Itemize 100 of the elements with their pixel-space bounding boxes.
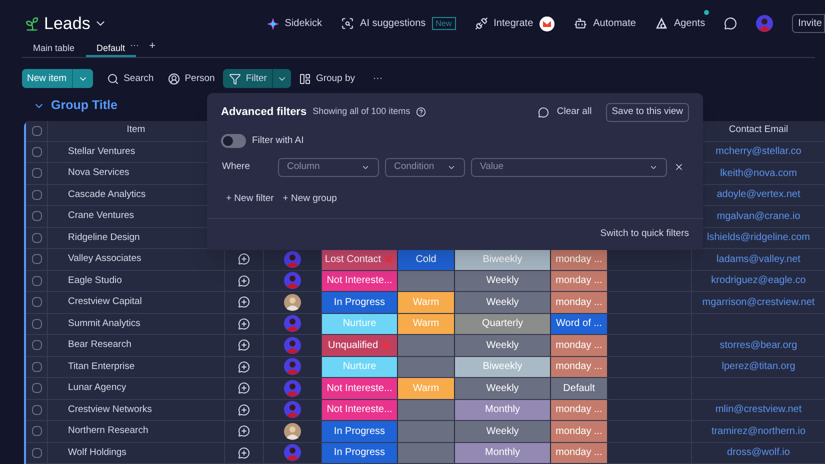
add-update-icon[interactable] xyxy=(238,404,250,416)
source-label[interactable]: monday ... xyxy=(551,442,608,463)
add-update-icon[interactable] xyxy=(238,318,250,330)
add-view-button[interactable]: + xyxy=(149,38,156,57)
invite-button[interactable]: Invite xyxy=(792,14,825,34)
checkbox[interactable] xyxy=(32,254,42,264)
checkbox[interactable] xyxy=(32,276,42,286)
status-label[interactable]: Not Intereste... xyxy=(322,270,398,291)
status-label[interactable]: Lost Contact xyxy=(322,249,398,270)
source-label[interactable]: Word of ... xyxy=(551,314,608,334)
email-link[interactable]: adoyle@vertex.net xyxy=(716,187,800,202)
more-button[interactable]: ··· xyxy=(373,72,383,86)
checkbox[interactable] xyxy=(32,426,42,436)
toolbar-button[interactable]: Search xyxy=(106,69,154,88)
frequency-label[interactable]: Quarterly xyxy=(455,314,551,334)
checkbox[interactable] xyxy=(32,211,42,222)
checkbox[interactable] xyxy=(32,168,42,178)
checkbox[interactable] xyxy=(32,340,42,350)
source-label[interactable]: monday ... xyxy=(551,356,608,377)
email-link[interactable]: mgarrison@crestview.net xyxy=(702,294,815,310)
email-link[interactable]: mgalvan@crane.io xyxy=(716,208,800,224)
checkbox[interactable] xyxy=(32,146,42,157)
temperature-label[interactable] xyxy=(398,356,455,377)
email-link[interactable]: dross@wolf.io xyxy=(727,445,790,460)
frequency-label[interactable]: Monthly xyxy=(455,400,551,420)
header-action[interactable]: Agents xyxy=(654,16,706,32)
new-item-button[interactable]: New item xyxy=(22,69,93,88)
email-link[interactable]: lshields@ridgeline.com xyxy=(707,230,810,246)
toolbar-button[interactable]: Group by xyxy=(298,69,356,88)
view-tab[interactable]: Main table xyxy=(22,42,86,57)
checkbox[interactable] xyxy=(32,297,42,308)
checkbox[interactable] xyxy=(32,190,42,200)
checkbox[interactable] xyxy=(32,383,42,394)
item-name: Valley Associates xyxy=(68,252,142,266)
header-action[interactable]: AI suggestions New xyxy=(341,16,456,32)
frequency-label[interactable]: Weekly xyxy=(455,378,551,398)
email-link[interactable]: storres@bear.org xyxy=(720,338,798,353)
filter-dropdown[interactable]: Condition xyxy=(385,158,465,176)
temperature-label[interactable] xyxy=(398,400,455,420)
filter-dropdown[interactable]: Value xyxy=(471,158,667,176)
ai-toggle[interactable] xyxy=(221,134,246,148)
email-link[interactable]: mlin@crestview.net xyxy=(715,402,802,418)
add-update-icon[interactable] xyxy=(238,274,250,287)
email-link[interactable]: ladams@valley.net xyxy=(716,252,800,267)
checkbox[interactable] xyxy=(32,362,42,372)
add-filter-link[interactable]: + New group xyxy=(282,192,337,206)
source-label[interactable]: monday ... xyxy=(551,249,608,270)
temperature-label[interactable]: Cold xyxy=(398,249,455,270)
quick-filters-link[interactable]: Switch to quick filters xyxy=(600,227,689,242)
status-label[interactable]: Unqualified xyxy=(322,335,398,356)
header-action[interactable]: Sidekick xyxy=(266,16,322,32)
frequency-label[interactable]: Weekly xyxy=(455,292,551,312)
email-link[interactable]: lkeith@nova.com xyxy=(720,166,797,181)
source-label[interactable]: monday ... xyxy=(551,270,608,291)
add-update-icon[interactable] xyxy=(238,425,250,438)
add-update-icon[interactable] xyxy=(238,360,250,373)
status-label[interactable]: In Progress xyxy=(322,442,398,463)
frequency-label[interactable]: Weekly xyxy=(455,335,551,356)
group-title: Group Title xyxy=(51,97,118,114)
frequency-label[interactable]: Monthly xyxy=(455,442,551,463)
add-update-icon[interactable] xyxy=(238,296,250,308)
email-link[interactable]: mcherry@stellar.co xyxy=(716,144,802,160)
status-label[interactable]: Not Intereste... xyxy=(322,378,398,398)
filter-dropdown[interactable]: Column xyxy=(278,158,379,176)
checkbox[interactable] xyxy=(32,448,42,458)
add-filter-link[interactable]: + New filter xyxy=(226,192,274,206)
email-link[interactable]: lperez@titan.org xyxy=(722,359,796,374)
close-icon[interactable] xyxy=(674,162,684,172)
help-icon[interactable] xyxy=(416,107,426,117)
status-label[interactable]: In Progress xyxy=(322,421,398,442)
header-action[interactable]: Automate xyxy=(574,16,636,32)
toolbar-button[interactable]: Filter xyxy=(222,69,291,88)
checkbox[interactable] xyxy=(32,232,42,243)
add-update-icon[interactable] xyxy=(238,253,250,266)
chat-icon[interactable] xyxy=(724,17,738,30)
header-action[interactable]: Integrate xyxy=(474,16,556,32)
save-view-button[interactable]: Save to this view xyxy=(606,102,689,122)
source-label[interactable]: monday ... xyxy=(551,292,608,312)
checkbox[interactable] xyxy=(32,404,42,415)
source-label[interactable]: monday ... xyxy=(551,421,608,442)
email-link[interactable]: krodriguez@eagle.co xyxy=(711,273,806,288)
frequency-label[interactable]: Weekly xyxy=(455,421,551,442)
agent-icon xyxy=(654,17,668,30)
toolbar-button[interactable]: Person xyxy=(168,69,215,88)
add-update-icon[interactable] xyxy=(238,339,250,352)
status-label[interactable]: Not Intereste... xyxy=(322,400,398,420)
source-label[interactable]: monday ... xyxy=(551,400,608,420)
add-update-icon[interactable] xyxy=(238,446,250,459)
email-link[interactable]: tramirez@northern.io xyxy=(711,424,806,439)
status-label[interactable]: In Progress xyxy=(322,292,398,312)
checkbox[interactable] xyxy=(32,318,42,329)
temperature-label[interactable] xyxy=(398,442,455,463)
source-label[interactable]: monday ... xyxy=(551,335,608,356)
clear-all-button[interactable]: Clear all xyxy=(556,104,592,120)
checkbox[interactable] xyxy=(32,126,42,136)
temperature-label[interactable] xyxy=(398,270,455,291)
source-label[interactable]: Default xyxy=(551,378,608,398)
view-menu[interactable]: ··· xyxy=(130,39,140,57)
frequency-label[interactable]: Weekly xyxy=(455,270,551,291)
add-update-icon[interactable] xyxy=(238,382,250,394)
